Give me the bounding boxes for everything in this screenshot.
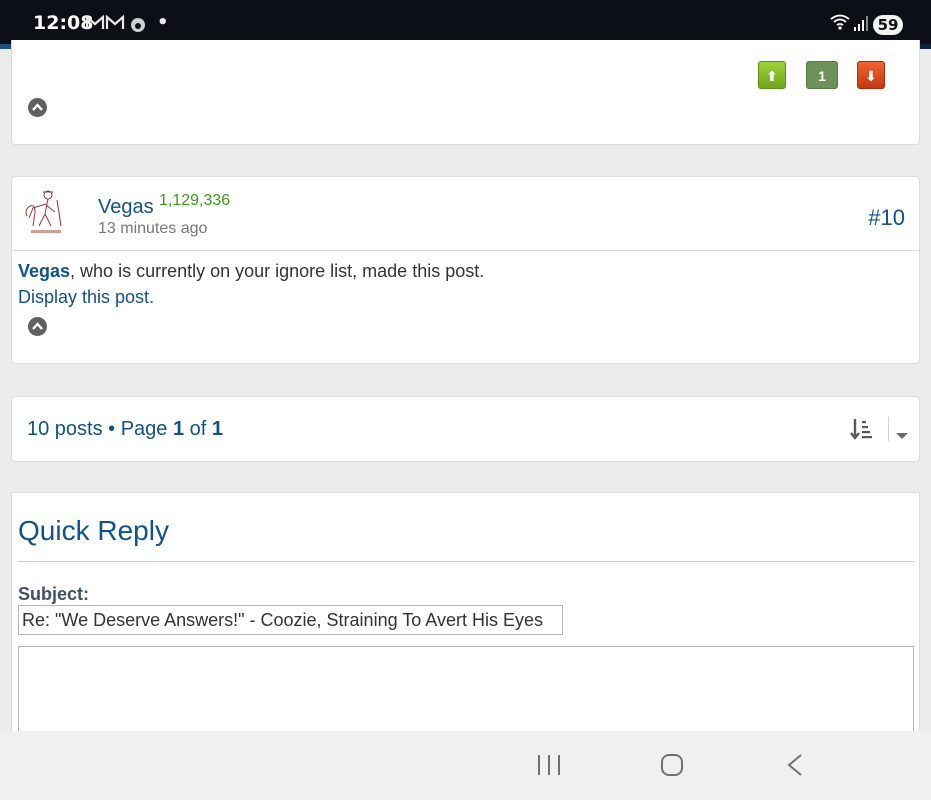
user-avatar[interactable] [21,186,69,238]
chevron-up-circle-icon[interactable] [28,98,47,117]
current-page: 1 [173,418,185,440]
of-text: of [184,418,212,440]
vote-up-button[interactable]: ⬆ [758,61,786,89]
quick-reply-divider [18,561,914,562]
chevron-up-circle-icon[interactable] [28,317,47,336]
back-icon[interactable] [786,753,804,782]
app-notification-icon [130,17,146,37]
sort-descending-icon[interactable] [850,417,872,446]
subject-input[interactable]: Re: "We Deserve Answers!" - Coozie, Stra… [18,605,563,635]
post-header: Vegas 1,129,336 13 minutes ago #10 [12,177,919,251]
total-pages: 1 [211,418,224,440]
pagination-info: 10 posts • Page 1 of 1 [27,418,223,441]
ignore-notice: Vegas, who is currently on your ignore l… [18,261,484,282]
system-nav-bar [0,731,931,800]
display-post-line: Display this post. [18,287,154,308]
signal-icon [854,15,868,36]
post-author-link[interactable]: Vegas [98,196,154,219]
vote-score: 1 [806,61,838,89]
pagination-bar: 10 posts • Page 1 of 1 [11,396,920,462]
battery-indicator: 59 [873,15,903,35]
post-time: 13 minutes ago [98,220,208,237]
gmail-notification-icon [85,14,126,35]
post-author-count: 1,129,336 [159,192,231,209]
home-icon[interactable] [660,753,684,782]
more-notifications-dot: • [157,12,169,33]
quick-reply-title: Quick Reply [18,515,169,546]
post-card-10: Vegas 1,129,336 13 minutes ago #10 Vegas… [11,176,920,364]
caret-down-icon[interactable] [895,427,909,445]
pagination-divider [888,417,889,441]
post-card-9: ⬆ 1 ⬇ [11,40,920,145]
display-post-link[interactable]: Display this post [18,287,149,307]
recent-apps-icon[interactable] [537,753,561,782]
status-bar: 12:08 • 59 [0,0,931,44]
post-number-link[interactable]: #10 [868,205,905,231]
ignored-user-link[interactable]: Vegas [18,261,70,281]
subject-label: Subject: [18,584,90,604]
status-time: 12:08 [33,12,94,34]
vote-down-button[interactable]: ⬇ [857,61,885,89]
ignore-notice-text: , who is currently on your ignore list, … [70,261,485,281]
quick-reply-panel: Quick Reply Subject: Re: "We Deserve Ans… [11,492,920,746]
posts-count-text: 10 posts • Page [27,418,173,440]
wifi-icon [830,13,850,36]
display-post-suffix: . [149,287,155,307]
